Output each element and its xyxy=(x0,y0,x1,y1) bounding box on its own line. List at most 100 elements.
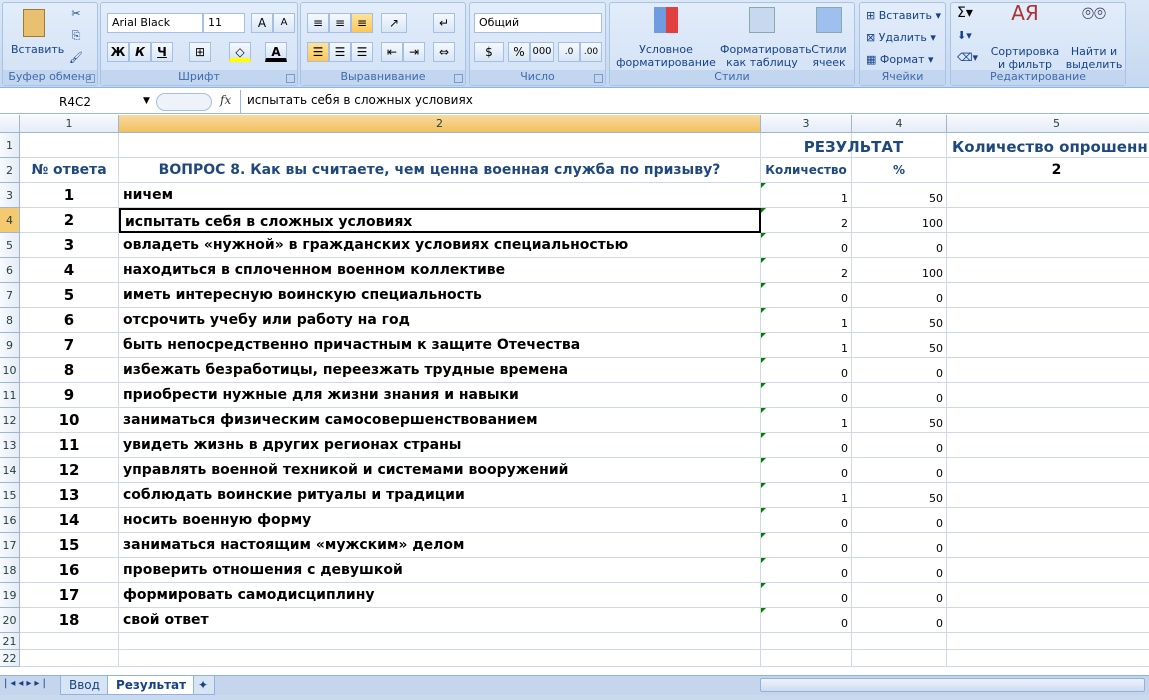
cell[interactable] xyxy=(947,433,1149,458)
launcher-icon[interactable] xyxy=(86,74,95,83)
cell[interactable] xyxy=(947,408,1149,433)
decrease-decimal-icon[interactable]: .00 xyxy=(580,42,602,62)
fill-icon[interactable]: ⬇▾ xyxy=(957,29,972,42)
answer-number[interactable]: 13 xyxy=(20,483,119,508)
font-color-icon[interactable]: A xyxy=(265,42,287,62)
answer-number[interactable]: 15 xyxy=(20,533,119,558)
chevron-down-icon[interactable]: ▼ xyxy=(143,96,150,106)
answer-text[interactable]: управлять военной техникой и системами в… xyxy=(119,458,761,483)
answer-number[interactable]: 2 xyxy=(20,208,119,233)
row-header-20[interactable]: 20 xyxy=(0,608,20,633)
count-cell[interactable]: 1 xyxy=(761,308,852,333)
count-cell[interactable]: 2 xyxy=(761,208,852,233)
align-top-icon[interactable]: ≡ xyxy=(307,13,329,33)
answer-number[interactable]: 12 xyxy=(20,458,119,483)
row-header-18[interactable]: 18 xyxy=(0,558,20,583)
answer-number[interactable]: 14 xyxy=(20,508,119,533)
percent-cell[interactable]: 50 xyxy=(852,333,947,358)
answer-number[interactable]: 3 xyxy=(20,233,119,258)
row-header-14[interactable]: 14 xyxy=(0,458,20,483)
percent-cell[interactable]: 0 xyxy=(852,358,947,383)
cell[interactable] xyxy=(947,508,1149,533)
sheet-tab-result[interactable]: Результат xyxy=(107,676,196,695)
column-header-2[interactable]: 2 xyxy=(119,115,761,133)
percent-cell[interactable]: 50 xyxy=(852,408,947,433)
align-right-icon[interactable]: ☰ xyxy=(351,42,373,62)
format-as-table-button[interactable]: Форматировать как таблицу xyxy=(720,7,812,69)
formula-bar-toggle[interactable] xyxy=(156,93,212,111)
count-cell[interactable]: 2 xyxy=(761,258,852,283)
percent-cell[interactable]: 0 xyxy=(852,383,947,408)
launcher-icon[interactable] xyxy=(454,74,463,83)
answer-number[interactable]: 11 xyxy=(20,433,119,458)
answer-text[interactable]: быть непосредственно причастным к защите… xyxy=(119,333,761,358)
answer-number[interactable]: 4 xyxy=(20,258,119,283)
column-header-4[interactable]: 4 xyxy=(852,115,947,133)
insert-function-icon[interactable]: fx xyxy=(220,93,231,107)
percent-cell[interactable]: 0 xyxy=(852,233,947,258)
row-header-7[interactable]: 7 xyxy=(0,283,20,308)
fill-color-icon[interactable]: ◇ xyxy=(229,42,251,62)
increase-decimal-icon[interactable]: .0 xyxy=(558,42,580,62)
thousands-button[interactable]: 000 xyxy=(530,42,554,62)
row-header-1[interactable]: 1 xyxy=(0,133,20,158)
answer-number[interactable]: 8 xyxy=(20,358,119,383)
answer-text[interactable]: свой ответ xyxy=(119,608,761,633)
cell[interactable] xyxy=(852,650,947,667)
count-cell[interactable]: 1 xyxy=(761,483,852,508)
cell[interactable] xyxy=(20,133,119,158)
cell[interactable] xyxy=(947,358,1149,383)
cell[interactable] xyxy=(20,633,119,650)
percent-cell[interactable]: 0 xyxy=(852,608,947,633)
decrease-indent-icon[interactable]: ⇤ xyxy=(381,42,403,62)
merge-center-icon[interactable]: ⇔ xyxy=(433,42,455,62)
cell[interactable] xyxy=(947,483,1149,508)
percent-button[interactable]: % xyxy=(508,42,530,62)
percent-cell[interactable]: 0 xyxy=(852,558,947,583)
percent-cell[interactable]: 0 xyxy=(852,433,947,458)
format-cells-button[interactable]: ▦ Формат ▾ xyxy=(866,53,934,66)
cell[interactable] xyxy=(947,258,1149,283)
formula-input[interactable]: испытать себя в сложных условиях xyxy=(247,93,473,107)
count-cell[interactable]: 0 xyxy=(761,358,852,383)
column-header-5[interactable]: 5 xyxy=(947,115,1149,133)
cell-styles-button[interactable]: Стили ячеек xyxy=(806,7,852,69)
answer-text[interactable]: увидеть жизнь в других регионах страны xyxy=(119,433,761,458)
answer-text[interactable]: носить военную форму xyxy=(119,508,761,533)
answer-text[interactable]: иметь интересную воинскую специальность xyxy=(119,283,761,308)
sheet-nav-arrows-icon[interactable]: |◂◂▸▸| xyxy=(4,678,49,689)
underline-button[interactable]: Ч xyxy=(151,42,173,62)
answer-number[interactable]: 5 xyxy=(20,283,119,308)
count-cell[interactable]: 0 xyxy=(761,558,852,583)
horizontal-scrollbar[interactable] xyxy=(760,678,1145,692)
row-header-6[interactable]: 6 xyxy=(0,258,20,283)
answer-number[interactable]: 18 xyxy=(20,608,119,633)
align-center-icon[interactable]: ☰ xyxy=(329,42,351,62)
italic-button[interactable]: К xyxy=(129,42,151,62)
font-size-select[interactable]: 11 xyxy=(203,13,245,33)
answer-text[interactable]: избежать безработицы, переезжать трудные… xyxy=(119,358,761,383)
cell[interactable] xyxy=(947,383,1149,408)
count-cell[interactable]: 1 xyxy=(761,333,852,358)
insert-sheet-icon[interactable]: ✦ xyxy=(193,676,215,695)
row-header-12[interactable]: 12 xyxy=(0,408,20,433)
answer-number[interactable]: 9 xyxy=(20,383,119,408)
row-header-13[interactable]: 13 xyxy=(0,433,20,458)
percent-cell[interactable]: 0 xyxy=(852,583,947,608)
cell[interactable] xyxy=(761,650,852,667)
count-cell[interactable]: 0 xyxy=(761,583,852,608)
cell[interactable] xyxy=(947,233,1149,258)
answer-text[interactable]: заниматься настоящим «мужским» делом xyxy=(119,533,761,558)
count-cell[interactable]: 0 xyxy=(761,458,852,483)
wrap-text-icon[interactable]: ↵ xyxy=(433,13,455,33)
cell[interactable] xyxy=(947,208,1149,233)
clear-icon[interactable]: ⌫▾ xyxy=(957,51,978,64)
grow-font-icon[interactable]: A xyxy=(251,13,273,33)
cut-icon[interactable]: ✂ xyxy=(67,7,85,20)
sheet-tab-input[interactable]: Ввод xyxy=(60,676,109,695)
count-cell[interactable]: 1 xyxy=(761,408,852,433)
count-cell[interactable]: 0 xyxy=(761,283,852,308)
shrink-font-icon[interactable]: A xyxy=(273,13,295,33)
answer-number[interactable]: 1 xyxy=(20,183,119,208)
answer-text[interactable]: заниматься физическим самосовершенствова… xyxy=(119,408,761,433)
